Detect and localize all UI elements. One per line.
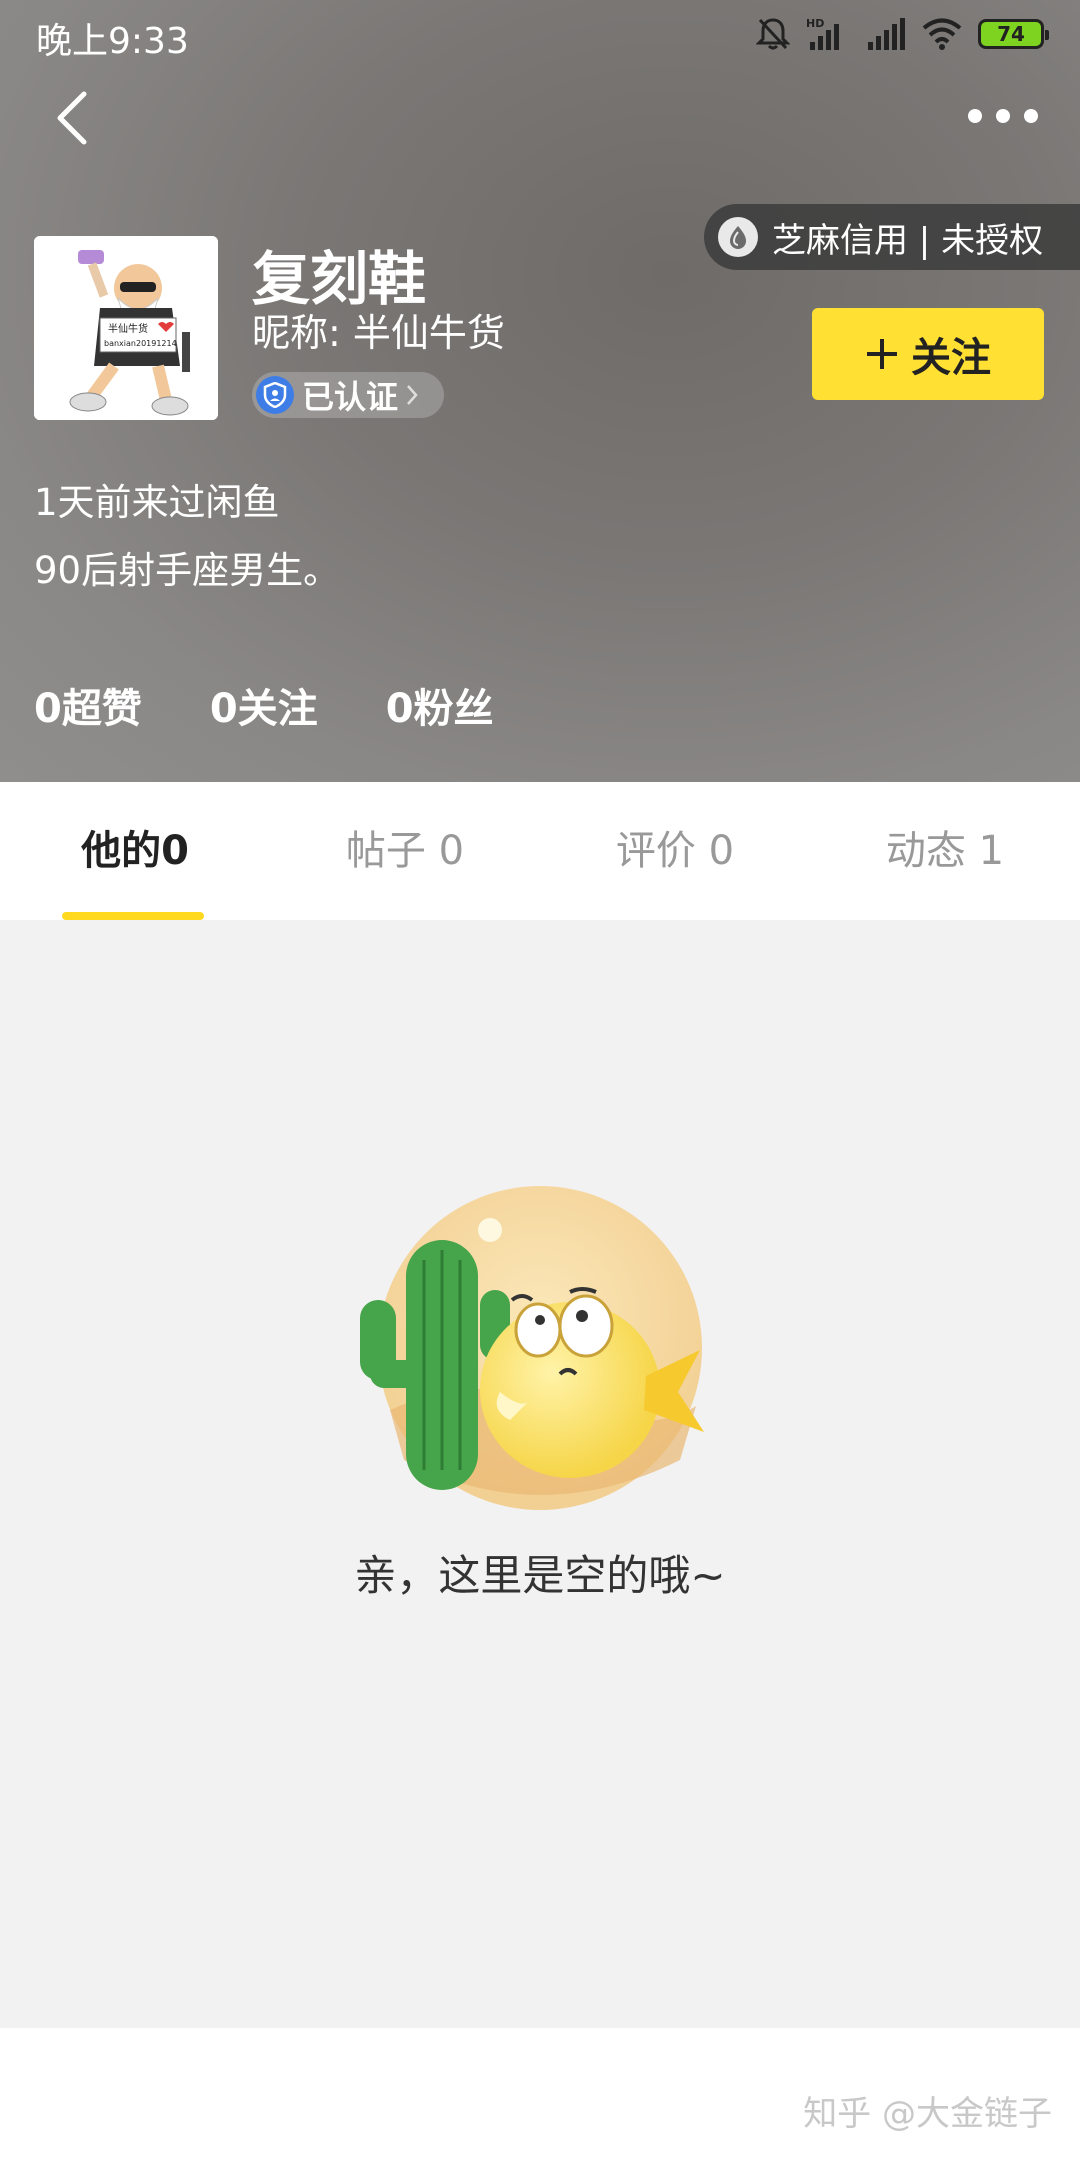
profile-stats: 0超赞 0关注 0粉丝: [34, 676, 494, 734]
tab-reviews[interactable]: 评价 0: [540, 818, 810, 876]
avatar-caption-1: 半仙牛货: [108, 322, 148, 335]
stat-likes[interactable]: 0超赞: [34, 676, 142, 734]
sesame-credit-label: 芝麻信用 | 未授权: [772, 220, 1044, 261]
battery-icon: 74: [978, 19, 1049, 49]
empty-state-message: 亲，这里是空的哦~: [354, 1551, 726, 1600]
last-visit-text: 1天前来过闲鱼: [34, 481, 280, 524]
status-icons: HD 74: [756, 14, 1049, 54]
empty-content-area: 亲，这里是空的哦~: [0, 920, 1080, 2028]
chevron-left-icon: [57, 91, 87, 145]
chevron-right-icon: [407, 385, 418, 405]
profile-nickname: 昵称: 半仙牛货: [252, 311, 505, 355]
signal-hd-icon: HD: [806, 17, 839, 50]
active-tab-indicator: [62, 912, 204, 920]
profile-tabs: 他的0 帖子 0 评价 0 动态 1: [0, 782, 1080, 920]
svg-text:HD: HD: [806, 17, 824, 30]
watermark: 知乎 @大金链子: [803, 2094, 1052, 2134]
back-button[interactable]: [48, 88, 98, 148]
follow-button[interactable]: 关注: [812, 308, 1044, 400]
sesame-credit-pill[interactable]: 芝麻信用 | 未授权: [704, 204, 1080, 270]
status-bar: 晚上9:33 HD 74: [0, 0, 1080, 70]
empty-state-illustration: [360, 1186, 704, 1510]
follow-label: 关注: [911, 335, 991, 381]
more-dot: [1024, 109, 1038, 123]
stat-following[interactable]: 0关注: [210, 676, 318, 734]
wifi-icon: [922, 18, 962, 50]
avatar[interactable]: 半仙牛货 banxian20191214: [34, 236, 218, 420]
stat-followers[interactable]: 0粉丝: [386, 676, 494, 734]
tab-posts[interactable]: 帖子 0: [270, 818, 540, 876]
battery-level: 74: [997, 22, 1025, 46]
more-dot: [968, 109, 982, 123]
more-button[interactable]: [968, 96, 1038, 136]
avatar-caption-2: banxian20191214: [104, 339, 177, 348]
sesame-credit-icon: [718, 217, 758, 257]
verified-label: 已认证: [302, 378, 399, 416]
avatar-illustration: 半仙牛货 banxian20191214: [34, 236, 218, 420]
verified-shield-icon: [256, 376, 294, 414]
verified-badge[interactable]: 已认证: [252, 372, 444, 418]
signal-icon: [868, 18, 905, 50]
profile-header: 晚上9:33 HD 74 芝麻信用 | 未授权 半仙牛货 banxian2019…: [0, 0, 1080, 782]
plus-icon: [867, 339, 897, 369]
profile-bio: 90后射手座男生。: [34, 549, 341, 592]
more-dot: [996, 109, 1010, 123]
tab-his-items[interactable]: 他的0: [0, 818, 270, 876]
mute-bell-icon: [756, 18, 790, 50]
status-time: 晚上9:33: [36, 21, 189, 62]
footer: 知乎 @大金链子: [0, 2028, 1080, 2160]
tab-activity[interactable]: 动态 1: [810, 818, 1080, 876]
